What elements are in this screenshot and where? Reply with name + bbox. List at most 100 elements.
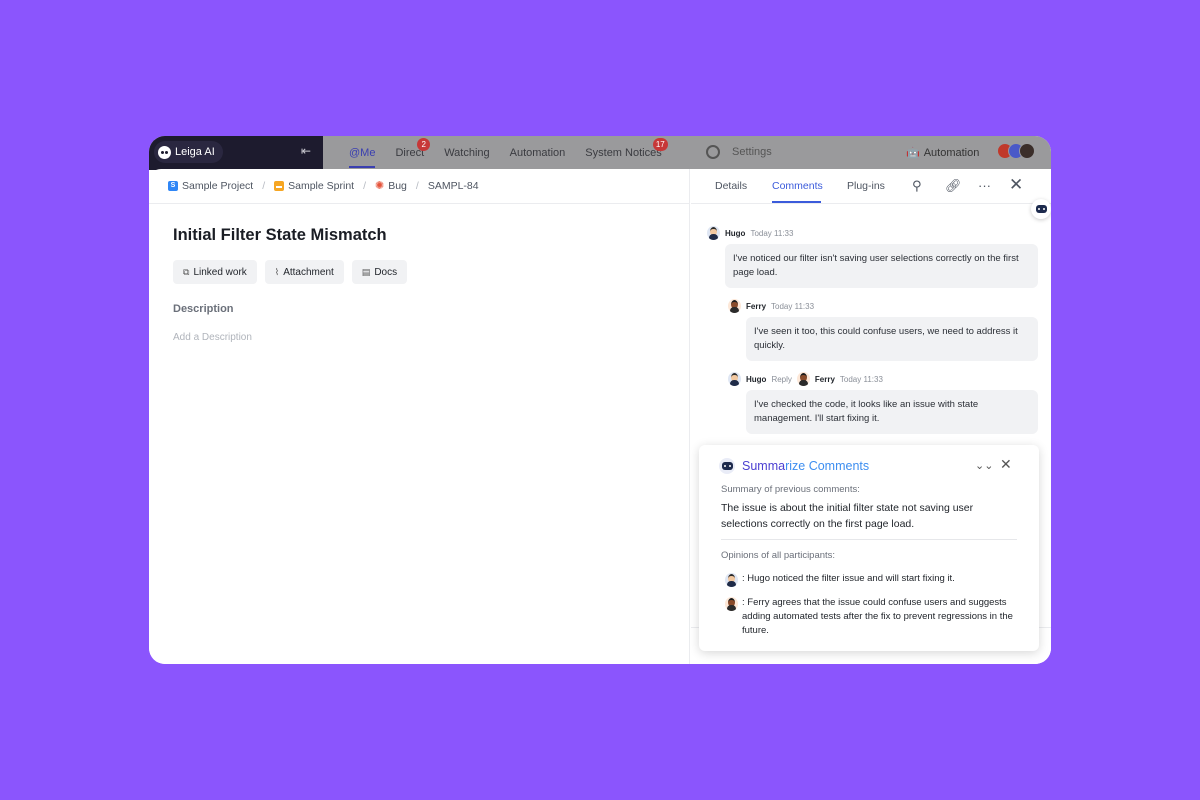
- link-copy-icon: ⧉: [183, 266, 190, 277]
- reply-label: Reply: [771, 374, 792, 384]
- chip-label: Linked work: [193, 266, 247, 278]
- nav-automation[interactable]: Automation: [500, 136, 576, 170]
- more-icon[interactable]: ···: [978, 178, 991, 193]
- member-avatars[interactable]: [997, 143, 1035, 159]
- comment-time: Today 11:33: [771, 301, 815, 311]
- avatar: [1019, 143, 1035, 159]
- summary-label: Summary of previous comments:: [721, 484, 860, 495]
- sprint-icon: [274, 180, 285, 191]
- nav-label: @Me: [349, 147, 376, 159]
- leiga-ai-label: Leiga AI: [175, 146, 215, 158]
- comment-body: I've checked the code, it looks like an …: [746, 390, 1038, 434]
- paperclip-icon: ⌇: [274, 266, 280, 277]
- docs-button[interactable]: ▤ Docs: [351, 260, 408, 284]
- breadcrumb-sprint[interactable]: Sample Sprint: [274, 180, 354, 192]
- summary-text: The issue is about the initial filter st…: [721, 502, 974, 530]
- description-label: Description: [173, 303, 234, 315]
- reply-to-author: Ferry: [814, 374, 835, 384]
- issue-title[interactable]: Initial Filter State Mismatch: [173, 226, 387, 245]
- breadcrumb-key[interactable]: SAMPL-84: [428, 180, 479, 192]
- automation-button[interactable]: 🤖 Automation: [906, 146, 980, 160]
- nav-at-me[interactable]: @Me: [339, 136, 385, 170]
- opinion-text: : Ferry agrees that the issue could conf…: [742, 597, 1013, 636]
- avatar: [725, 573, 738, 587]
- breadcrumb-type[interactable]: ✺ Bug: [375, 179, 407, 193]
- leiga-ai-button[interactable]: Leiga AI: [154, 141, 223, 163]
- avatar: [728, 299, 741, 313]
- nav-label: System Notices: [585, 147, 662, 159]
- comment-time: Today 11:33: [839, 374, 883, 384]
- summarize-comments-popup: Summarize Comments ⌄⌄ ✕ Summary of previ…: [699, 445, 1039, 651]
- nav-direct[interactable]: Direct 2: [385, 136, 434, 170]
- count-badge: 2: [417, 138, 431, 151]
- chip-label: Attachment: [283, 266, 334, 278]
- comment-body: I've noticed our filter isn't saving use…: [725, 244, 1038, 288]
- ai-assistant-button[interactable]: [1031, 199, 1051, 219]
- document-icon: ▤: [361, 266, 371, 277]
- opinion-item: : Hugo noticed the filter issue and will…: [725, 572, 1015, 587]
- breadcrumb-project[interactable]: S Sample Project: [168, 180, 253, 192]
- nav-label: Watching: [444, 147, 490, 159]
- app-top-bar: Leiga AI ⇤ @Me Direct 2 Watching Automati…: [149, 136, 1051, 170]
- activity-tabs: Details Comments Plug-ins ⚲ 🔗︎ ··· ✕: [691, 169, 1051, 204]
- collapse-sidebar-icon[interactable]: ⇤: [301, 144, 311, 158]
- issue-actions: ⧉ Linked work ⌇ Attachment ▤ Docs: [173, 260, 408, 284]
- chip-label: Docs: [374, 266, 398, 278]
- nav-label: Automation: [509, 147, 566, 159]
- avatar: [725, 597, 738, 611]
- divider: [721, 539, 1017, 540]
- summary-title-part2: rize Comments: [785, 459, 870, 473]
- linked-work-button[interactable]: ⧉ Linked work: [173, 260, 257, 284]
- tab-comments[interactable]: Comments: [772, 180, 823, 192]
- comment-item: Ferry Today 11:33 I've seen it too, this…: [728, 299, 1038, 361]
- automation-label: Automation: [923, 146, 980, 159]
- avatar: [796, 372, 810, 386]
- comment-author: Hugo: [746, 374, 767, 384]
- summary-title-part1: Summa: [742, 459, 786, 473]
- close-icon[interactable]: ✕: [1000, 456, 1012, 473]
- breadcrumb: S Sample Project / Sample Sprint / ✺ Bug…: [168, 179, 479, 192]
- comment-author: Hugo: [725, 228, 746, 238]
- description-input[interactable]: Add a Description: [173, 332, 252, 343]
- comment-author: Ferry: [746, 301, 767, 311]
- settings-link[interactable]: Settings: [732, 146, 772, 158]
- top-nav: @Me Direct 2 Watching Automation System N…: [339, 136, 672, 170]
- pin-icon[interactable]: ⚲: [912, 178, 922, 194]
- avatar: [707, 226, 720, 240]
- divider: [149, 203, 690, 204]
- comment-body: I've seen it too, this could confuse use…: [746, 317, 1038, 361]
- avatar: [728, 372, 741, 386]
- robot-icon: [1035, 205, 1047, 213]
- breadcrumb-separator: /: [415, 179, 419, 192]
- tab-plug-ins[interactable]: Plug-ins: [847, 180, 885, 192]
- opinions-label: Opinions of all participants:: [721, 550, 836, 561]
- nav-watching[interactable]: Watching: [434, 136, 499, 170]
- project-icon: S: [168, 180, 178, 191]
- bug-icon: ✺: [375, 180, 385, 192]
- breadcrumb-label: Bug: [388, 179, 407, 192]
- robot-icon: [719, 458, 735, 474]
- gear-icon[interactable]: [706, 145, 720, 159]
- breadcrumb-separator: /: [363, 179, 366, 192]
- robot-icon: [158, 145, 171, 159]
- attachment-button[interactable]: ⌇ Attachment: [264, 260, 344, 284]
- comment-time: Today 11:33: [750, 228, 794, 238]
- active-tab-indicator: [772, 201, 821, 203]
- robot-icon: 🤖: [906, 147, 920, 159]
- collapse-chevrons-icon[interactable]: ⌄⌄: [975, 459, 993, 472]
- breadcrumb-label: Sample Sprint: [288, 179, 355, 192]
- summary-title: Summarize Comments: [719, 458, 869, 474]
- breadcrumb-separator: /: [262, 179, 266, 192]
- sidebar-header: Leiga AI ⇤: [149, 136, 323, 170]
- opinion-text: : Hugo noticed the filter issue and will…: [742, 573, 955, 584]
- comment-item: Hugo Reply Ferry Today 11:33 I've checke…: [728, 372, 1038, 434]
- opinion-item: : Ferry agrees that the issue could conf…: [725, 596, 1015, 638]
- nav-system-notices[interactable]: System Notices 17: [575, 136, 671, 170]
- link-icon[interactable]: 🔗︎: [945, 178, 962, 194]
- count-badge: 17: [652, 138, 668, 151]
- issue-main: S Sample Project / Sample Sprint / ✺ Bug…: [149, 169, 690, 664]
- breadcrumb-label: Sample Project: [182, 179, 254, 192]
- close-icon[interactable]: ✕: [1009, 175, 1023, 195]
- comment-item: Hugo Today 11:33 I've noticed our filter…: [707, 226, 1038, 288]
- tab-details[interactable]: Details: [715, 180, 747, 192]
